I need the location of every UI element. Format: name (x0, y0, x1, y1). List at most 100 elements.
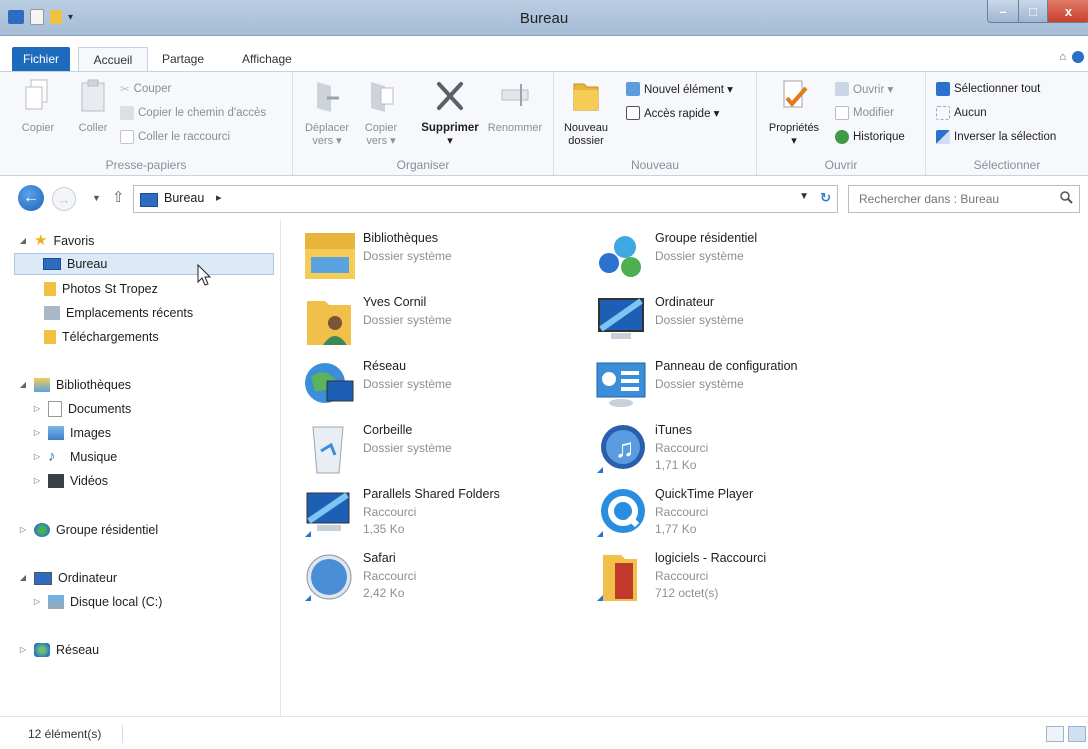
expand-icon[interactable]: ▷ (32, 446, 42, 468)
copy-to-button[interactable]: Copier vers ▾ (359, 78, 403, 148)
expand-icon[interactable]: ▷ (32, 591, 42, 613)
star-icon: ★ (34, 232, 48, 249)
nav-item-documents[interactable]: ▷ Documents (32, 398, 131, 420)
quick-access-icon (626, 106, 640, 120)
address-location[interactable]: Bureau (164, 191, 204, 205)
edit-icon (835, 106, 849, 120)
copy-path-button[interactable]: Copier le chemin d'accès (120, 106, 266, 120)
tab-view[interactable]: Affichage (242, 47, 292, 71)
paste-shortcut-button[interactable]: Coller le raccourci (120, 130, 230, 144)
search-box[interactable] (848, 185, 1080, 213)
file-item-homegroup[interactable]: Groupe résidentiel Dossier système (593, 229, 873, 289)
search-input[interactable] (857, 190, 1051, 208)
copy-to-sub: vers ▾ (366, 135, 396, 147)
file-size: 2,42 Ko (363, 586, 405, 600)
tab-file[interactable]: Fichier (12, 47, 70, 71)
paste-icon (81, 79, 105, 112)
details-view-icon[interactable] (1046, 726, 1064, 742)
forward-button[interactable]: → (52, 187, 76, 211)
help-icon[interactable] (1072, 51, 1084, 63)
nav-libraries[interactable]: ◢ Bibliothèques (18, 374, 131, 396)
refresh-icon[interactable]: ↻ (820, 190, 831, 206)
invert-selection-button[interactable]: Inverser la sélection (936, 130, 1056, 144)
select-none-label: Aucun (954, 107, 987, 119)
edit-button[interactable]: Modifier (835, 106, 894, 120)
breadcrumb-arrow[interactable]: ▸ (216, 191, 222, 204)
select-none-button[interactable]: Aucun (936, 106, 987, 120)
nav-homegroup[interactable]: ▷ Groupe résidentiel (18, 519, 158, 541)
address-bar[interactable]: Bureau ▸ ▼ ↻ (133, 185, 838, 213)
cut-button[interactable]: ✂ Couper (120, 82, 171, 96)
expand-icon[interactable]: ▷ (32, 422, 42, 444)
back-button[interactable]: ← (18, 185, 44, 211)
nav-computer[interactable]: ◢ Ordinateur (18, 567, 117, 589)
file-item-parallels[interactable]: Parallels Shared Folders Raccourci 1,35 … (301, 485, 581, 545)
quick-access-button[interactable]: Accès rapide ▾ (626, 106, 719, 120)
collapse-icon[interactable]: ◢ (18, 567, 28, 589)
recent-locations-icon[interactable]: ▼ (92, 193, 101, 203)
expand-icon[interactable]: ▷ (32, 398, 42, 420)
file-item-recycle-bin[interactable]: Corbeille Dossier système (301, 421, 581, 481)
properties-button[interactable]: Propriétés ▾ (763, 78, 825, 148)
file-name: iTunes (655, 423, 693, 437)
file-type: Dossier système (655, 313, 744, 327)
file-item-control-panel[interactable]: Panneau de configuration Dossier système (593, 357, 873, 417)
new-group-label: Nouveau (630, 158, 680, 172)
file-type: Dossier système (655, 249, 744, 263)
tab-share[interactable]: Partage (162, 47, 204, 71)
paste-button[interactable]: Coller (73, 78, 113, 135)
rename-button[interactable]: Renommer (485, 78, 545, 135)
nav-network[interactable]: ▷ Réseau (18, 639, 99, 661)
nav-item-bureau[interactable]: Bureau (14, 253, 274, 275)
nav-favorites[interactable]: ◢ ★ Favoris (18, 230, 95, 252)
up-arrow-icon[interactable]: ⇧ (112, 188, 125, 206)
nav-item-recent[interactable]: Emplacements récents (44, 302, 193, 324)
file-item-quicktime[interactable]: QuickTime Player Raccourci 1,77 Ko (593, 485, 873, 545)
history-button[interactable]: Historique (835, 130, 905, 144)
new-folder-button[interactable]: Nouveau dossier (560, 78, 612, 148)
properties-sub: ▾ (791, 135, 797, 147)
file-item-itunes[interactable]: ♫ iTunes Raccourci 1,71 Ko (593, 421, 873, 481)
select-group-label: Sélectionner (973, 158, 1041, 172)
nav-item-photos[interactable]: Photos St Tropez (44, 278, 158, 300)
expand-icon[interactable]: ▷ (32, 470, 42, 492)
network-icon (34, 643, 50, 657)
maximize-button[interactable]: □ (1018, 0, 1048, 23)
expand-icon[interactable]: ▷ (18, 639, 28, 661)
file-item-user-folder[interactable]: Yves Cornil Dossier système (301, 293, 581, 353)
nav-item-downloads[interactable]: Téléchargements (44, 326, 159, 348)
minimize-ribbon-icon[interactable]: ⌂ (1059, 51, 1066, 63)
collapse-icon[interactable]: ◢ (18, 374, 28, 396)
nav-item-images[interactable]: ▷ Images (32, 422, 111, 444)
minimize-button[interactable]: – (987, 0, 1019, 23)
new-folder-icon (573, 83, 599, 111)
images-icon (48, 426, 64, 440)
new-item-button[interactable]: Nouvel élément ▾ (626, 82, 733, 96)
nav-item-music[interactable]: ▷ ♪ Musique (32, 446, 117, 468)
file-item-libraries[interactable]: Bibliothèques Dossier système (301, 229, 581, 289)
search-icon[interactable] (1059, 190, 1073, 204)
open-icon (835, 82, 849, 96)
open-button[interactable]: Ouvrir ▾ (835, 82, 893, 96)
close-button[interactable]: x (1047, 0, 1088, 23)
history-icon (835, 130, 849, 144)
file-item-network[interactable]: Réseau Dossier système (301, 357, 581, 417)
nav-item-local-disk[interactable]: ▷ Disque local (C:) (32, 591, 162, 613)
delete-button[interactable]: Supprimer ▾ (417, 78, 483, 148)
nav-item-label: Documents (68, 402, 132, 416)
file-item-logiciels[interactable]: logiciels - Raccourci Raccourci 712 octe… (593, 549, 873, 609)
collapse-icon[interactable]: ◢ (18, 230, 28, 252)
new-item-label: Nouvel élément ▾ (644, 84, 733, 96)
select-all-button[interactable]: Sélectionner tout (936, 82, 1040, 96)
expand-icon[interactable]: ▷ (18, 519, 28, 541)
move-to-button[interactable]: Déplacer vers ▾ (301, 78, 353, 148)
nav-item-videos[interactable]: ▷ Vidéos (32, 470, 108, 492)
copy-button[interactable]: Copier (18, 78, 58, 135)
file-item-computer[interactable]: Ordinateur Dossier système (593, 293, 873, 353)
file-item-safari[interactable]: Safari Raccourci 2,42 Ko (301, 549, 581, 609)
tab-home[interactable]: Accueil (78, 47, 148, 72)
address-dropdown-icon[interactable]: ▼ (799, 191, 809, 202)
organize-group: Déplacer vers ▾ Copier vers ▾ Supprimer ▾ R… (293, 72, 554, 175)
large-icons-view-icon[interactable] (1068, 726, 1086, 742)
desktop-icon (43, 258, 61, 270)
